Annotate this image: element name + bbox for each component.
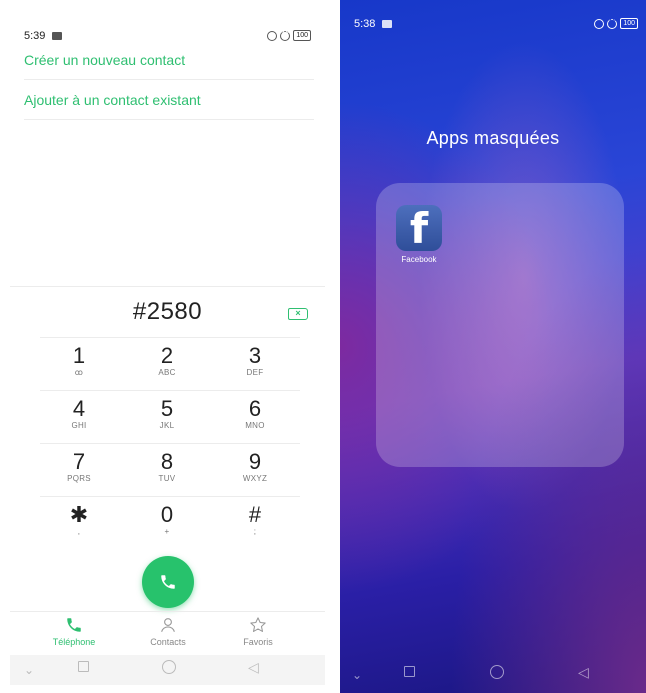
tab-label: Contacts [150,637,186,647]
tab-label: Favoris [243,637,273,647]
recents-button[interactable] [404,666,415,677]
image-notification-icon [382,20,392,28]
image-notification-icon [52,32,62,40]
tab-telephone[interactable]: Téléphone [34,616,114,647]
facebook-icon: f [396,205,442,251]
system-nav-bar: ⌄ ◁ [10,655,325,685]
phone-icon [161,575,175,589]
status-time: 5:38 [354,18,376,30]
key-hash[interactable]: # ; [225,503,285,547]
person-icon [161,618,175,632]
key-0[interactable]: 0 + [137,503,197,547]
key-2[interactable]: 2 ABC [137,344,197,388]
key-7[interactable]: 7 PQRS [49,450,109,494]
key-6[interactable]: 6 MNO [225,397,285,441]
divider [40,496,300,497]
tab-favoris[interactable]: Favoris [218,616,298,647]
divider [10,286,325,287]
key-9[interactable]: 9 WXYZ [225,450,285,494]
location-icon [594,18,605,29]
battery-icon: 100 [620,18,638,29]
divider [40,390,300,391]
call-button[interactable] [142,556,194,608]
status-bar: 5:38 100 [354,18,638,32]
tab-label: Téléphone [52,637,96,647]
alarm-icon [607,18,618,29]
back-button[interactable]: ◁ [248,659,259,676]
chevron-down-icon[interactable]: ⌄ [24,663,34,677]
home-button[interactable] [162,660,176,674]
chevron-down-icon[interactable]: ⌄ [352,668,362,682]
app-label: Facebook [401,255,437,264]
hidden-apps-screen: 5:38 100 Apps masquées f Facebook ⌄ ◁ [340,0,646,693]
page-title: Apps masquées [426,128,560,148]
key-4[interactable]: 4 GHI [49,397,109,441]
backspace-icon[interactable]: × [288,308,308,320]
app-facebook[interactable]: f Facebook [396,205,442,264]
key-1[interactable]: 1 ꝏ [49,344,109,388]
voicemail-icon: ꝏ [74,368,84,377]
dialer-screen: 5:39 100 Créer un nouveau contact Ajoute… [10,18,325,685]
divider [40,337,300,338]
back-button[interactable]: ◁ [578,664,589,681]
home-button[interactable] [490,665,504,679]
key-8[interactable]: 8 TUV [137,450,197,494]
key-star[interactable]: ✱ , [49,503,109,547]
divider [10,611,325,612]
alarm-icon [280,30,291,41]
create-new-contact-item[interactable]: Créer un nouveau contact [24,40,314,80]
recents-button[interactable] [78,661,89,672]
tab-contacts[interactable]: Contacts [128,616,208,647]
system-nav-bar: ⌄ ◁ [340,660,646,690]
star-icon [250,617,266,632]
phone-icon [67,618,81,632]
add-to-existing-contact-item[interactable]: Ajouter à un contact existant [24,80,314,120]
dialed-number: #2580 [132,298,203,325]
location-icon [267,30,278,41]
key-3[interactable]: 3 DEF [225,344,285,388]
key-5[interactable]: 5 JKL [137,397,197,441]
divider [40,443,300,444]
